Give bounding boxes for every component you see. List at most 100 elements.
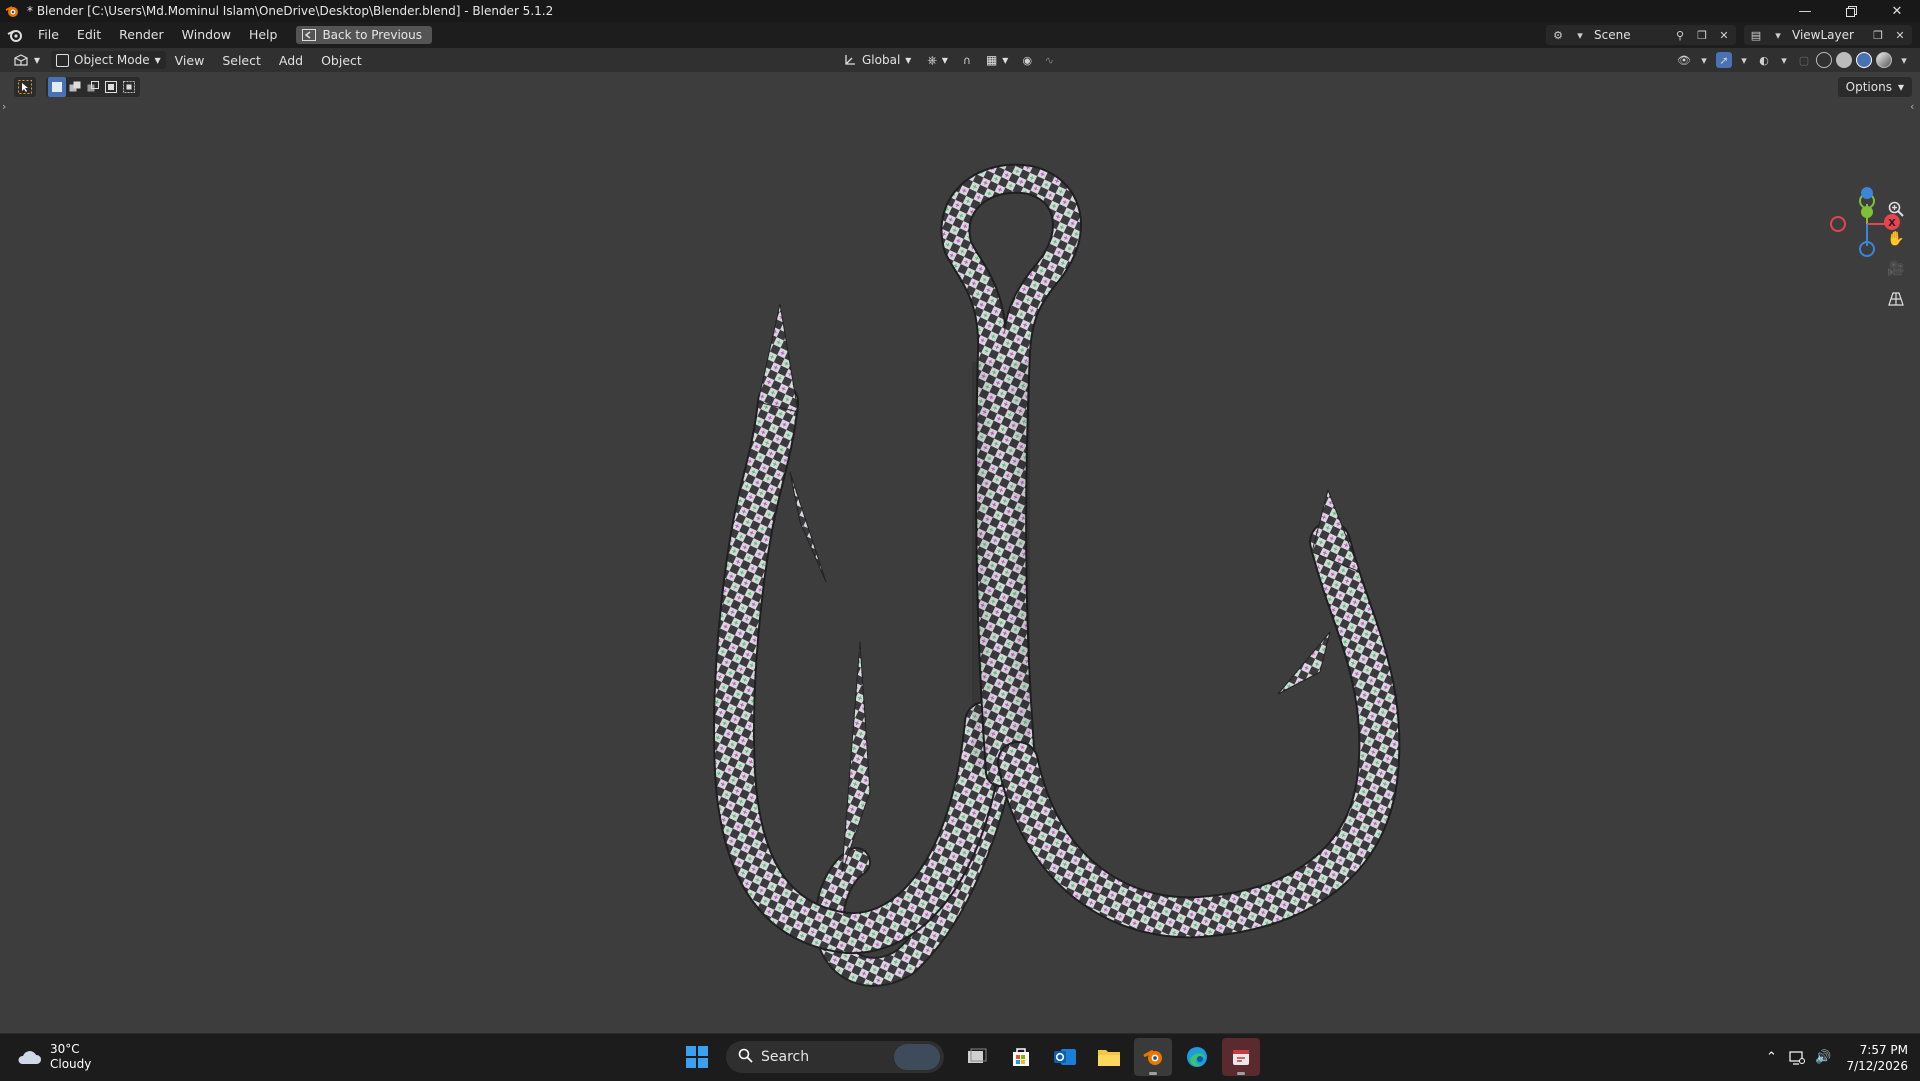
search-highlight-icon	[894, 1044, 940, 1070]
transform-orientation-selector[interactable]: Global ▾	[838, 51, 916, 69]
chevron-down-icon[interactable]: ▾	[1896, 52, 1912, 68]
menu-file[interactable]: File	[29, 22, 68, 48]
viewport-header: ▾ Object Mode ▾ View Select Add Object G…	[0, 48, 1920, 72]
visibility-icon[interactable]: 👁	[1676, 52, 1692, 68]
chevron-down-icon: ▾	[1002, 53, 1009, 67]
chevron-down-icon[interactable]: ▾	[1736, 52, 1752, 68]
hook-model[interactable]	[0, 72, 1920, 1033]
menu-view[interactable]: View	[166, 53, 214, 68]
options-dropdown[interactable]: Options ▾	[1837, 77, 1912, 97]
delete-view-layer-icon[interactable]: ✕	[1892, 27, 1908, 43]
material-preview-shading-icon[interactable]	[1856, 52, 1872, 68]
show-hidden-icons-chevron-icon[interactable]: ⌃	[1758, 1050, 1784, 1065]
select-intersect-icon[interactable]	[120, 77, 138, 97]
chevron-down-icon: ▾	[905, 53, 912, 67]
chevron-down-icon[interactable]: ▾	[1696, 52, 1712, 68]
sidebar-expand-icon[interactable]: ‹	[1910, 100, 1914, 113]
scene-selector[interactable]: ⚙ ▾ Scene ⚲ ❐ ✕	[1546, 25, 1736, 45]
select-extend-icon[interactable]	[66, 77, 84, 97]
file-explorer-button[interactable]	[1090, 1038, 1128, 1076]
selection-mode-group	[46, 77, 140, 97]
restore-icon[interactable]	[1828, 0, 1874, 22]
blender-menu-icon[interactable]	[7, 27, 23, 43]
overlay-toggle-icon[interactable]: ◐	[1756, 52, 1772, 68]
chevron-down-icon: ▾	[1897, 80, 1904, 94]
proportional-editing-icon[interactable]: ◉	[1019, 52, 1035, 68]
select-subtract-icon[interactable]	[84, 77, 102, 97]
windows-logo-icon	[686, 1046, 708, 1068]
snap-toggle-icon[interactable]: ∩	[959, 52, 975, 68]
3d-viewport[interactable]: › ‹ X ✋ 🎥	[0, 72, 1920, 1033]
blender-app-icon	[1143, 1049, 1162, 1065]
chevron-down-icon[interactable]: ▾	[1776, 52, 1792, 68]
view-layer-selector[interactable]: ▤ ▾ ViewLayer ❐ ✕	[1744, 25, 1912, 45]
store-icon	[1013, 1048, 1029, 1066]
pinned-app-button[interactable]	[1222, 1038, 1260, 1076]
solid-shading-icon[interactable]	[1836, 52, 1852, 68]
editor-type-selector[interactable]: ▾	[8, 51, 45, 69]
select-invert-icon[interactable]	[102, 77, 120, 97]
menu-window[interactable]: Window	[173, 22, 240, 48]
wireframe-shading-icon[interactable]	[1816, 52, 1832, 68]
gizmo-neg-y-axis[interactable]	[1861, 206, 1873, 218]
back-to-previous-button[interactable]: Back to Previous	[296, 26, 432, 44]
toolbar-expand-icon[interactable]: ›	[2, 100, 6, 113]
clock-time: 7:57 PM	[1859, 1042, 1908, 1057]
pivot-point-selector[interactable]: ⎈ ▾	[922, 51, 953, 69]
3d-viewport-icon	[14, 54, 28, 66]
top-menu-bar: File Edit Render Window Help Back to Pre…	[0, 22, 1920, 48]
taskbar-search-box[interactable]: Search	[726, 1041, 944, 1073]
delete-scene-icon[interactable]: ✕	[1716, 27, 1732, 43]
start-button[interactable]	[678, 1038, 716, 1076]
perspective-grid-icon[interactable]	[1883, 286, 1909, 312]
blender-taskbar-button[interactable]	[1134, 1038, 1172, 1076]
gizmo-toggle-icon[interactable]: ➚	[1716, 52, 1732, 68]
menu-object[interactable]: Object	[312, 53, 371, 68]
view-layer-icon: ▤	[1750, 28, 1762, 42]
gizmo-z-axis[interactable]	[1861, 187, 1873, 199]
zoom-icon[interactable]	[1883, 196, 1909, 222]
navigation-gizmo[interactable]: X	[1820, 184, 1900, 264]
pin-icon[interactable]: ⚲	[1672, 27, 1688, 43]
system-tray: ⌃ 🔊 7:57 PM 7/12/2026	[1758, 1034, 1920, 1081]
network-icon[interactable]	[1784, 1050, 1810, 1065]
chevron-down-icon: ▾	[941, 53, 948, 67]
snap-target-selector[interactable]: ▦ ▾	[981, 51, 1013, 69]
running-indicator	[1149, 1072, 1157, 1075]
close-icon[interactable]: ✕	[1874, 0, 1920, 22]
gizmo-neg-x-axis[interactable]	[1830, 216, 1846, 232]
xray-toggle-icon[interactable]: ▢	[1796, 52, 1812, 68]
mode-selector[interactable]: Object Mode ▾	[51, 51, 166, 69]
camera-view-icon[interactable]: 🎥	[1883, 256, 1909, 282]
menu-edit[interactable]: Edit	[68, 22, 110, 48]
clock-date: 7/12/2026	[1846, 1058, 1908, 1073]
rendered-shading-icon[interactable]	[1876, 52, 1892, 68]
menu-add[interactable]: Add	[270, 53, 312, 68]
select-tool-button[interactable]	[14, 77, 36, 97]
scene-name: Scene	[1594, 28, 1631, 42]
menu-render[interactable]: Render	[110, 22, 173, 48]
microsoft-store-button[interactable]	[1002, 1038, 1040, 1076]
chevron-down-icon: ▾	[154, 53, 161, 67]
menu-help[interactable]: Help	[240, 22, 287, 48]
chevron-down-icon: ▾	[1577, 28, 1583, 42]
search-placeholder: Search	[761, 1049, 810, 1065]
pan-hand-icon[interactable]: ✋	[1883, 226, 1909, 252]
select-new-icon[interactable]	[48, 77, 66, 97]
menu-select[interactable]: Select	[213, 53, 270, 68]
falloff-icon[interactable]: ∿	[1041, 52, 1057, 68]
outlook-button[interactable]	[1046, 1038, 1084, 1076]
view-layer-name: ViewLayer	[1792, 28, 1854, 42]
task-view-icon	[968, 1048, 987, 1063]
window-titlebar: * Blender [C:\Users\Md.Mominul Islam\One…	[0, 0, 1920, 22]
new-view-layer-icon[interactable]: ❐	[1870, 27, 1886, 43]
taskbar-clock[interactable]: 7:57 PM 7/12/2026	[1836, 1042, 1920, 1074]
minimize-icon[interactable]: —	[1782, 0, 1828, 22]
weather-widget[interactable]: 30°C Cloudy	[16, 1042, 91, 1072]
volume-icon[interactable]: 🔊	[1810, 1050, 1836, 1065]
edge-button[interactable]	[1178, 1038, 1216, 1076]
snap-grid-icon: ▦	[985, 53, 998, 67]
new-scene-icon[interactable]: ❐	[1694, 27, 1710, 43]
task-view-button[interactable]	[958, 1038, 996, 1076]
orientation-label: Global	[862, 53, 901, 67]
